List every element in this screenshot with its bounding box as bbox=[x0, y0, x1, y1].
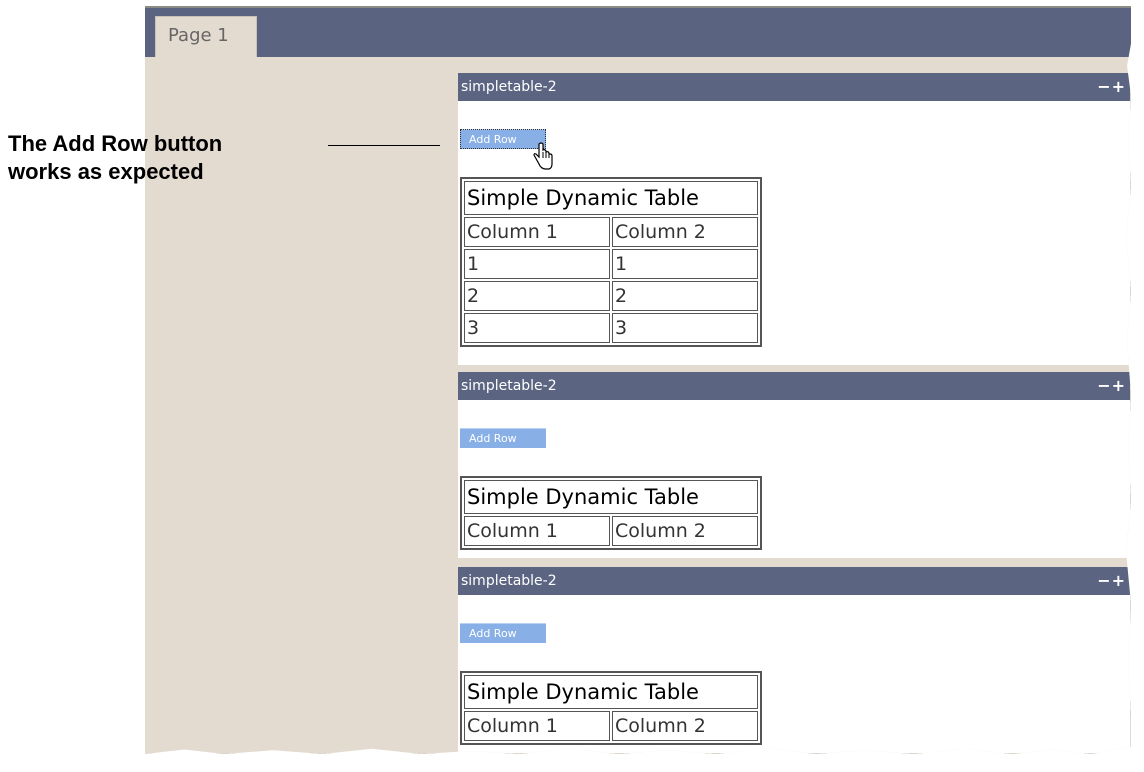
add-row-button[interactable]: Add Row bbox=[460, 623, 546, 643]
dynamic-table: Simple Dynamic Table Column 1 Column 2 1… bbox=[460, 177, 762, 347]
minimize-maximize-icon[interactable]: −+ bbox=[1097, 73, 1126, 101]
top-bar: Page 1 bbox=[145, 6, 1131, 57]
annotation-line-2: works as expected bbox=[8, 159, 204, 184]
table-title: Simple Dynamic Table bbox=[464, 675, 758, 709]
portlet-panel: simpletable-2 −+ Add Row Simple Dynamic … bbox=[458, 372, 1130, 558]
dynamic-table: Simple Dynamic Table Column 1 Column 2 bbox=[460, 476, 762, 550]
table-title: Simple Dynamic Table bbox=[464, 181, 758, 215]
table-cell: 2 bbox=[612, 281, 758, 311]
portlet-panel: simpletable-2 −+ Add Row Simple Dynamic … bbox=[458, 73, 1130, 365]
tab-page-1[interactable]: Page 1 bbox=[155, 16, 257, 57]
table-cell: 3 bbox=[464, 313, 610, 343]
panel-title: simpletable-2 bbox=[461, 378, 557, 394]
panel-title: simpletable-2 bbox=[461, 79, 557, 95]
table-cell: 2 bbox=[464, 281, 610, 311]
table-row: 3 3 bbox=[464, 313, 758, 343]
column-header: Column 2 bbox=[612, 217, 758, 247]
annotation-line-1: The Add Row button bbox=[8, 131, 223, 156]
table-cell: 1 bbox=[612, 249, 758, 279]
column-header: Column 2 bbox=[612, 516, 758, 546]
column-header: Column 1 bbox=[464, 711, 610, 741]
table-row: 1 1 bbox=[464, 249, 758, 279]
screenshot-frame: Page 1 simpletable-2 −+ Add Row Simple D… bbox=[145, 6, 1131, 754]
minimize-maximize-icon[interactable]: −+ bbox=[1097, 372, 1126, 400]
minimize-maximize-icon[interactable]: −+ bbox=[1097, 567, 1126, 595]
table-cell: 1 bbox=[464, 249, 610, 279]
hand-cursor-icon bbox=[533, 142, 553, 170]
panel-header: simpletable-2 −+ bbox=[458, 73, 1130, 101]
callout-leader-line bbox=[328, 145, 440, 146]
column-header: Column 1 bbox=[464, 217, 610, 247]
panel-header: simpletable-2 −+ bbox=[458, 372, 1130, 400]
panel-header: simpletable-2 −+ bbox=[458, 567, 1130, 595]
column-header: Column 2 bbox=[612, 711, 758, 741]
table-row: 2 2 bbox=[464, 281, 758, 311]
panel-title: simpletable-2 bbox=[461, 573, 557, 589]
add-row-button[interactable]: Add Row bbox=[460, 428, 546, 448]
table-title: Simple Dynamic Table bbox=[464, 480, 758, 514]
dynamic-table: Simple Dynamic Table Column 1 Column 2 bbox=[460, 671, 762, 745]
portlet-panel: simpletable-2 −+ Add Row Simple Dynamic … bbox=[458, 567, 1130, 753]
annotation-callout: The Add Row button works as expected bbox=[8, 130, 222, 186]
table-cell: 3 bbox=[612, 313, 758, 343]
column-header: Column 1 bbox=[464, 516, 610, 546]
